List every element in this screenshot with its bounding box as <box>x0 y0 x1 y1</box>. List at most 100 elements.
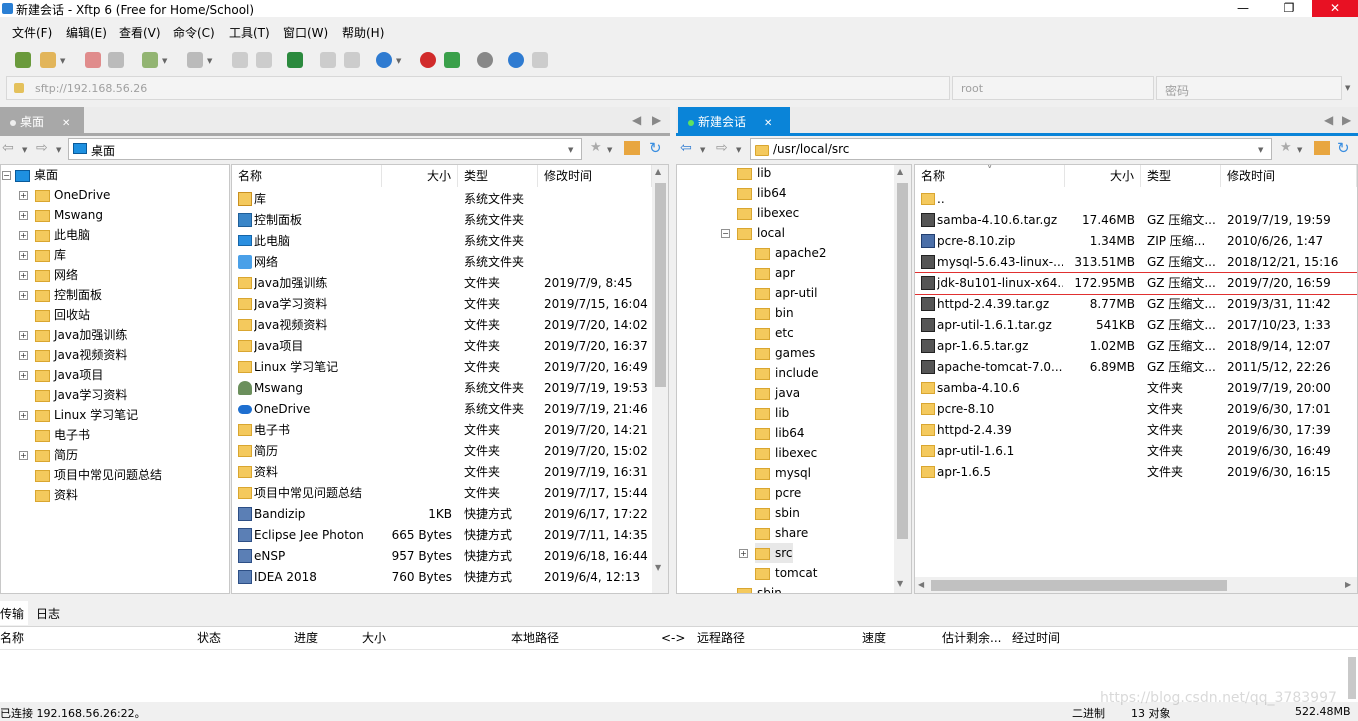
tab-next-icon[interactable]: ▶ <box>1342 113 1351 127</box>
expand-icon[interactable]: + <box>19 211 28 220</box>
col-transfer-status[interactable]: 状态 <box>197 627 221 649</box>
scroll-right-icon[interactable]: ▶ <box>1345 580 1351 589</box>
file-row[interactable]: apr-util-1.6.1 文件夹 2019/6/30, 16:49 <box>915 441 1353 462</box>
menu-command[interactable]: 命令(C) <box>173 24 215 41</box>
scroll-thumb[interactable] <box>655 183 666 387</box>
chevron-down-icon[interactable]: ▼ <box>1297 146 1302 154</box>
file-row[interactable]: eNSP 957 Bytes 快捷方式 2019/6/18, 16:44 <box>232 546 652 567</box>
tab-next-icon[interactable]: ▶ <box>652 113 661 127</box>
expand-icon[interactable]: + <box>19 231 28 240</box>
tab-prev-icon[interactable]: ◀ <box>632 113 641 127</box>
close-button[interactable]: ✕ <box>1312 0 1358 17</box>
copy-icon[interactable] <box>232 52 248 68</box>
scroll-thumb[interactable] <box>931 580 1227 591</box>
tree-item[interactable]: bin <box>755 303 794 323</box>
globe-icon[interactable] <box>376 52 392 68</box>
tree-item[interactable]: src <box>755 543 793 563</box>
tree-item[interactable]: 资料 <box>35 485 78 505</box>
scroll-down-icon[interactable]: ▼ <box>655 563 661 572</box>
tree-item[interactable]: java <box>755 383 800 403</box>
file-row[interactable]: 电子书 文件夹 2019/7/20, 14:21 <box>232 420 652 441</box>
col-transfer-local-path[interactable]: 本地路径 <box>511 627 559 649</box>
col-transfer-remote-path[interactable]: 远程路径 <box>697 627 745 649</box>
tab-log[interactable]: 日志 <box>36 605 60 622</box>
home-icon[interactable] <box>624 141 640 155</box>
file-row[interactable]: Linux 学习笔记 文件夹 2019/7/20, 16:49 <box>232 357 652 378</box>
file-row[interactable]: Mswang 系统文件夹 2019/7/19, 19:53 <box>232 378 652 399</box>
right-folder-tree[interactable]: lib lib64 libexec local − apache2 apr apr-util b… <box>676 164 912 594</box>
transfer-scrollbar[interactable] <box>1348 657 1356 699</box>
tree-item[interactable]: include <box>755 363 818 383</box>
chevron-down-icon[interactable]: ▼ <box>607 146 612 154</box>
tree-item[interactable]: etc <box>755 323 794 343</box>
tree-item[interactable]: 网络 <box>35 265 78 285</box>
tree-item[interactable]: 项目中常见问题总结 <box>35 465 162 485</box>
tab-transfer[interactable]: 传输 <box>0 601 28 625</box>
file-row[interactable]: Java学习资料 文件夹 2019/7/15, 16:04 <box>232 294 652 315</box>
expand-icon[interactable]: + <box>19 251 28 260</box>
file-row[interactable]: apr-1.6.5 文件夹 2019/6/30, 16:15 <box>915 462 1353 483</box>
tree-item[interactable]: libexec <box>755 443 817 463</box>
file-row[interactable]: jdk-8u101-linux-x64... 172.95MB GZ 压缩文... 2… <box>915 272 1357 295</box>
menu-edit[interactable]: 编辑(E) <box>66 24 107 41</box>
col-size[interactable]: 大小 <box>382 165 458 187</box>
file-row[interactable]: Java加强训练 文件夹 2019/7/9, 8:45 <box>232 273 652 294</box>
scroll-up-icon[interactable]: ▲ <box>655 167 661 176</box>
menu-file[interactable]: 文件(F) <box>12 24 52 41</box>
new-session-icon[interactable] <box>15 52 31 68</box>
star-icon[interactable]: ★ <box>1280 140 1292 155</box>
tree-item[interactable]: lib <box>737 165 771 183</box>
file-row[interactable]: 库 系统文件夹 <box>232 189 652 210</box>
username-input[interactable]: root <box>952 76 1154 100</box>
tree-item[interactable]: apr <box>755 263 795 283</box>
tree-item[interactable]: 简历 <box>35 445 78 465</box>
paste-icon[interactable] <box>256 52 272 68</box>
file-row[interactable]: IDEA 2018 760 Bytes 快捷方式 2019/6/4, 12:13 <box>232 567 652 588</box>
file-row[interactable]: 此电脑 系统文件夹 <box>232 231 652 252</box>
menu-window[interactable]: 窗口(W) <box>283 24 328 41</box>
scroll-down-icon[interactable]: ▼ <box>897 579 903 588</box>
delete-icon[interactable] <box>344 52 360 68</box>
col-size[interactable]: 大小 <box>1065 165 1141 187</box>
chevron-down-icon[interactable]: ▼ <box>700 146 705 154</box>
file-row[interactable]: 简历 文件夹 2019/7/20, 15:02 <box>232 441 652 462</box>
file-row[interactable]: samba-4.10.6 文件夹 2019/7/19, 20:00 <box>915 378 1353 399</box>
xftp-icon[interactable] <box>444 52 460 68</box>
tree-item[interactable]: 控制面板 <box>35 285 102 305</box>
right-path-input[interactable]: /usr/local/src <box>750 138 1272 160</box>
star-icon[interactable]: ★ <box>590 140 602 155</box>
password-input[interactable]: 密码 <box>1156 76 1342 100</box>
file-row[interactable]: apr-1.6.5.tar.gz 1.02MB GZ 压缩文... 2018/9/14… <box>915 336 1353 357</box>
file-row[interactable]: apache-tomcat-7.0.... 6.89MB GZ 压缩文... 2011… <box>915 357 1353 378</box>
left-list-scrollbar[interactable]: ▲ ▼ <box>652 165 668 593</box>
tree-item[interactable]: 桌面 <box>15 165 58 185</box>
open-folder-icon[interactable] <box>40 52 56 68</box>
chevron-down-icon[interactable]: ▼ <box>568 146 573 154</box>
chevron-down-icon[interactable]: ▼ <box>736 146 741 154</box>
tree-item[interactable]: OneDrive <box>35 185 110 205</box>
tree-item[interactable]: 库 <box>35 245 66 265</box>
file-row[interactable]: pcre-8.10 文件夹 2019/6/30, 17:01 <box>915 399 1353 420</box>
refresh-icon[interactable]: ↻ <box>1337 139 1350 157</box>
col-transfer-name[interactable]: 名称 <box>0 627 24 649</box>
back-icon[interactable]: ⇦ <box>680 140 692 156</box>
col-transfer-direction[interactable]: <-> <box>661 627 685 649</box>
file-row[interactable]: 网络 系统文件夹 <box>232 252 652 273</box>
col-transfer-speed[interactable]: 速度 <box>862 627 886 649</box>
file-row[interactable]: pcre-8.10.zip 1.34MB ZIP 压缩... 2010/6/26, 1… <box>915 231 1353 252</box>
file-row[interactable]: mysql-5.6.43-linux-... 313.51MB GZ 压缩文... 2… <box>915 252 1353 273</box>
file-row[interactable]: 项目中常见问题总结 文件夹 2019/7/17, 15:44 <box>232 483 652 504</box>
file-row[interactable]: OneDrive 系统文件夹 2019/7/19, 21:46 <box>232 399 652 420</box>
chevron-down-icon[interactable]: ▼ <box>1345 84 1350 92</box>
close-tab-icon[interactable]: ✕ <box>764 118 772 129</box>
tree-item[interactable]: pcre <box>755 483 801 503</box>
tab-prev-icon[interactable]: ◀ <box>1324 113 1333 127</box>
tree-item[interactable]: Linux 学习笔记 <box>35 405 138 425</box>
expand-icon[interactable]: + <box>19 291 28 300</box>
tree-item[interactable]: apr-util <box>755 283 817 303</box>
properties-icon[interactable] <box>320 52 336 68</box>
file-row[interactable]: 控制面板 系统文件夹 <box>232 210 652 231</box>
host-input[interactable]: sftp://192.168.56.26 <box>6 76 950 100</box>
tree-item[interactable]: apache2 <box>755 243 827 263</box>
col-modified[interactable]: 修改时间 <box>1221 165 1357 187</box>
